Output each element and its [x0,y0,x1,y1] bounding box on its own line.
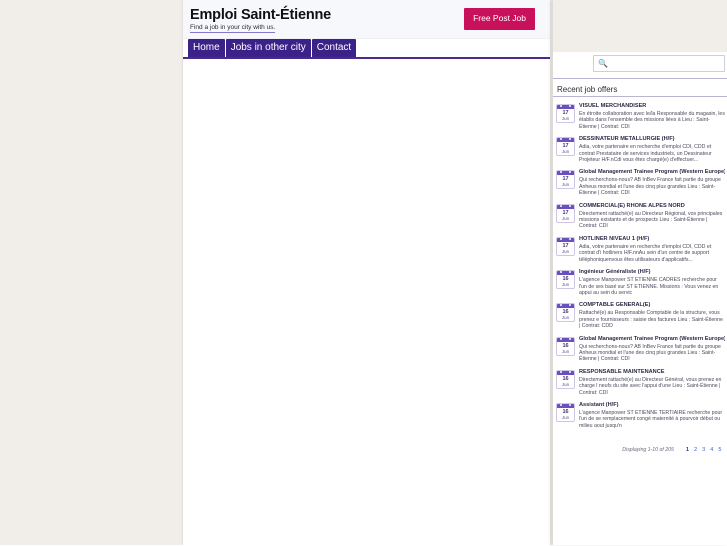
calendar-icon-header [557,271,574,276]
calendar-icon: 16 Jun [556,270,575,290]
pagination-label: Displaying 1-10 of 205 [622,447,674,454]
job-list-item[interactable]: 16 Jun Global Management Trainee Program (… [556,333,727,366]
job-title-link[interactable]: Ingénieur Généraliste (H/F) [579,269,725,276]
job-description: L'agence Manpower ST ETIENNE CADRES rech… [579,277,719,296]
job-date-month: Jun [561,116,570,121]
calendar-icon-header [557,304,574,309]
job-date-month: Jun [561,182,570,188]
job-date-month: Jun [561,381,570,387]
job-description: Rattaché(e) au Responsable Comptable de … [579,310,723,330]
pagination-page-2[interactable]: 2 [694,447,697,453]
main-navigation: Home Jobs in other city Contact [183,39,550,59]
calendar-icon: 17 Jun [556,203,575,223]
job-list-item[interactable]: 17 Jun HOTLINER NIVEAU 1 (H/F) Adia, votre … [556,233,727,266]
calendar-icon-header [557,237,574,242]
job-date-month: Jun [561,282,570,288]
calendar-icon-header [557,370,574,375]
job-date-month: Jun [561,414,570,420]
job-text: COMPTABLE GÉNÉRAL(E) Rattaché(e) au Respo… [579,302,727,329]
recent-offers-panel: 🔍 Recent job offers 17 Jun VISUEL MERCHAND… [553,0,727,545]
pagination-page-4[interactable]: 4 [710,447,713,453]
job-list-item[interactable]: 17 Jun COMMERCIAL(E) RHÔNE ALPES NORD Direc… [556,200,727,233]
job-list-item[interactable]: 17 Jun Global Management Trainee Program (… [556,166,727,199]
calendar-icon: 17 Jun [556,137,575,157]
job-description: Qui recherchons-nous? AB InBev France fa… [579,343,721,363]
job-title-link[interactable]: RESPONSABLE MAINTENANCE [579,369,725,376]
search-row: 🔍 [553,52,727,78]
job-text: RESPONSABLE MAINTENANCE Directement ratta… [579,369,727,396]
job-text: Assistant (H/F) L'agence Manpower ST ETIE… [579,402,727,429]
panel-top-spacer [553,0,727,52]
job-text: DESSINATEUR METALLURGIE (H/F) Adia, votre… [579,136,727,163]
job-list-item[interactable]: 16 Jun RESPONSABLE MAINTENANCE Directement … [556,366,727,399]
site-tagline: Find a job in your city with us. [190,24,276,33]
job-title-link[interactable]: DESSINATEUR METALLURGIE (H/F) [579,136,725,143]
search-input[interactable] [608,57,722,69]
job-text: HOTLINER NIVEAU 1 (H/F) Adia, votre parte… [579,236,727,263]
job-title-link[interactable]: COMPTABLE GÉNÉRAL(E) [579,302,725,309]
pagination: Displaying 1-10 of 205 12345 [553,438,727,456]
panel-heading-wrap: Recent job offers [553,78,727,97]
search-icon: 🔍 [598,59,608,68]
main-content-area [183,59,550,546]
site-header: Emploi Saint-Étienne Find a job in your … [183,0,550,39]
job-text: Global Management Trainee Program (Weste… [579,336,727,363]
page-title: Emploi Saint-Étienne [190,7,332,23]
job-title-link[interactable]: HOTLINER NIVEAU 1 (H/F) [579,236,725,243]
job-description: Qui recherchons-nous? AB InBev France fa… [579,177,721,197]
main-content-window: Emploi Saint-Étienne Find a job in your … [183,0,550,546]
job-text: Global Management Trainee Program (Weste… [579,169,727,196]
calendar-icon-header [557,337,574,342]
search-box[interactable]: 🔍 [593,55,725,72]
pagination-page-3[interactable]: 3 [702,447,705,453]
job-list-item[interactable]: 16 Jun Ingénieur Généraliste (H/F) L'agence… [556,266,727,299]
free-post-job-button[interactable]: Free Post Job [464,8,535,30]
nav-tab-home[interactable]: Home [188,39,225,57]
job-date-month: Jun [561,248,570,254]
job-date-month: Jun [561,215,570,221]
job-title-link[interactable]: Global Management Trainee Program (Weste… [579,169,725,176]
pagination-page-1[interactable]: 1 [686,447,689,453]
job-list-item[interactable]: 16 Jun COMPTABLE GÉNÉRAL(E) Rattaché(e) au … [556,299,727,332]
calendar-icon: 16 Jun [556,336,575,356]
calendar-icon-header [557,403,574,408]
job-list-item[interactable]: 17 Jun VISUEL MERCHANDISER En étroite colla… [556,100,727,133]
panel-heading: Recent job offers [557,85,618,94]
job-description: Adia, votre partenaire en recherche d'em… [579,144,712,164]
job-title-link[interactable]: COMMERCIAL(E) RHÔNE ALPES NORD [579,203,725,210]
calendar-icon: 16 Jun [556,402,575,422]
calendar-icon: 16 Jun [556,303,575,323]
calendar-icon: 16 Jun [556,369,575,389]
job-offers-list: 17 Jun VISUEL MERCHANDISER En étroite colla… [553,97,727,432]
job-description: En étroite collaboration avec le/la Resp… [579,111,725,130]
calendar-icon: 17 Jun [556,104,575,123]
calendar-icon: 17 Jun [556,236,575,256]
job-description: Adia, votre partenaire en recherche d'em… [579,243,712,263]
calendar-icon: 17 Jun [556,170,575,190]
job-list-item[interactable]: 17 Jun DESSINATEUR METALLURGIE (H/F) Adia, … [556,133,727,166]
job-description: L'agence Manpower ST ETIENNE TERTIAIRE r… [579,409,723,429]
calendar-icon-header [557,204,574,209]
job-list-item[interactable]: 16 Jun Assistant (H/F) L'agence Manpower ST… [556,399,727,432]
job-description: Directement rattaché(e) au Directeur Rég… [579,210,723,230]
job-date-month: Jun [561,348,570,354]
job-title-link[interactable]: Global Management Trainee Program (Weste… [579,336,725,343]
job-title-link[interactable]: Assistant (H/F) [579,402,725,409]
job-description: Directement rattaché(e) au Directeur Gén… [579,376,722,396]
calendar-icon-header [557,171,574,176]
pagination-page-5[interactable]: 5 [718,447,721,453]
job-text: COMMERCIAL(E) RHÔNE ALPES NORD Directemen… [579,203,727,230]
calendar-icon-header [557,138,574,143]
job-text: VISUEL MERCHANDISER En étroite collaborat… [579,103,727,130]
job-title-link[interactable]: VISUEL MERCHANDISER [579,103,725,110]
job-text: Ingénieur Généraliste (H/F) L'agence Manp… [579,269,727,296]
nav-tab-contact[interactable]: Contact [311,39,357,57]
nav-tab-jobs-in-other-city[interactable]: Jobs in other city [225,39,311,57]
calendar-icon-header [557,105,574,109]
job-date-month: Jun [561,315,570,321]
job-date-month: Jun [561,149,570,155]
